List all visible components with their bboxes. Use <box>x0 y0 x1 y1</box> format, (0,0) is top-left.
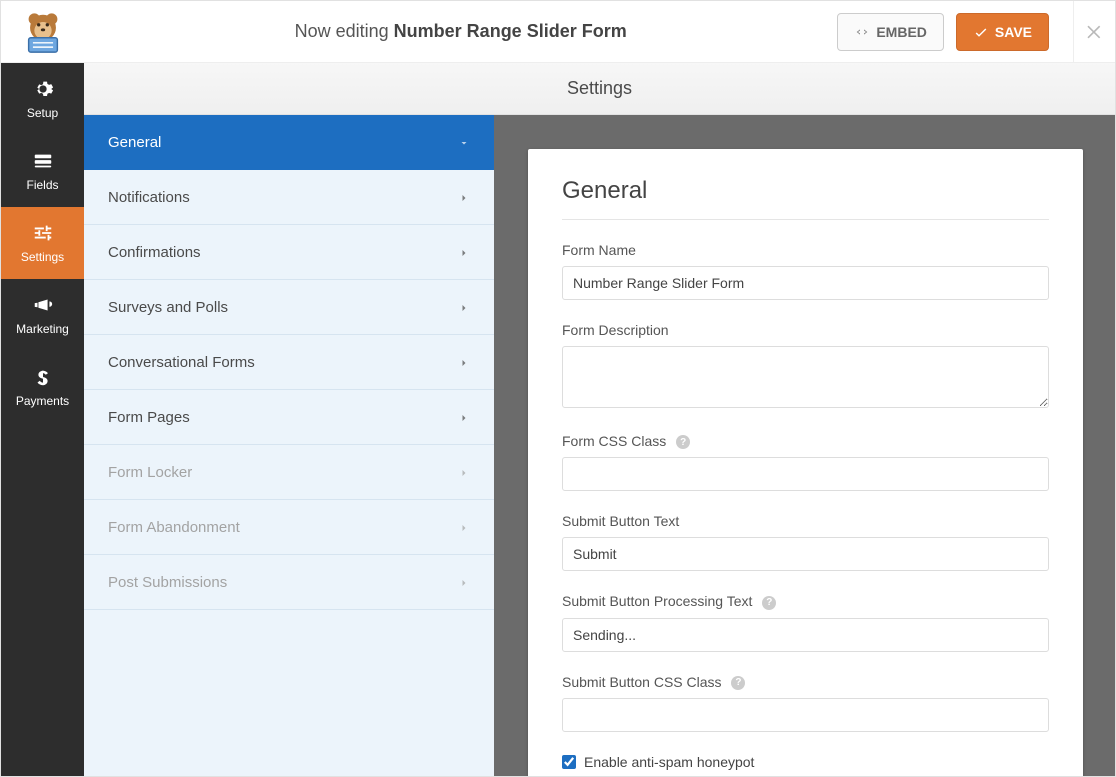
help-icon[interactable]: ? <box>731 676 745 690</box>
submenu-form-pages[interactable]: Form Pages <box>84 390 494 445</box>
submenu-label: Conversational Forms <box>108 354 255 371</box>
bear-logo-icon <box>20 9 66 55</box>
chevron-right-icon <box>458 521 470 533</box>
embed-button-label: EMBED <box>876 24 927 40</box>
submit-button-css-class-label: Submit Button CSS Class ? <box>562 674 1049 690</box>
settings-submenu: General Notifications Confirmations <box>84 115 494 776</box>
submit-button-css-class-input[interactable] <box>562 698 1049 732</box>
embed-button[interactable]: EMBED <box>837 13 944 51</box>
chevron-right-icon <box>458 576 470 588</box>
submenu-label: General <box>108 134 161 151</box>
form-name-input[interactable] <box>562 266 1049 300</box>
nav-marketing[interactable]: Marketing <box>1 279 84 351</box>
nav-label: Payments <box>16 394 69 408</box>
form-description-input[interactable] <box>562 346 1049 408</box>
submenu-label: Post Submissions <box>108 574 227 591</box>
submenu-form-abandonment[interactable]: Form Abandonment <box>84 500 494 555</box>
help-icon[interactable]: ? <box>676 435 690 449</box>
topbar-actions: EMBED SAVE <box>837 1 1115 63</box>
gear-icon <box>32 78 54 100</box>
close-button[interactable] <box>1073 1 1115 63</box>
submit-button-processing-input[interactable] <box>562 618 1049 652</box>
editing-prefix: Now editing <box>295 21 394 41</box>
form-css-class-input[interactable] <box>562 457 1049 491</box>
chevron-right-icon <box>458 356 470 368</box>
help-icon[interactable]: ? <box>762 596 776 610</box>
submenu-label: Surveys and Polls <box>108 299 228 316</box>
nav-label: Marketing <box>16 322 69 336</box>
close-icon <box>1085 22 1105 42</box>
submit-button-text-label: Submit Button Text <box>562 513 1049 529</box>
save-button-label: SAVE <box>995 24 1032 40</box>
submenu-post-submissions[interactable]: Post Submissions <box>84 555 494 610</box>
submenu-form-locker[interactable]: Form Locker <box>84 445 494 500</box>
submit-button-processing-label: Submit Button Processing Text ? <box>562 593 1049 609</box>
sliders-icon <box>32 222 54 244</box>
nav-fields[interactable]: Fields <box>1 135 84 207</box>
submenu-confirmations[interactable]: Confirmations <box>84 225 494 280</box>
nav-payments[interactable]: Payments <box>1 351 84 423</box>
editing-title: Now editing Number Range Slider Form <box>84 21 837 42</box>
nav-label: Settings <box>21 250 64 264</box>
panel-heading: General <box>562 177 1049 205</box>
chevron-right-icon <box>458 191 470 203</box>
embed-icon <box>854 24 870 40</box>
check-icon <box>973 24 989 40</box>
dollar-icon <box>32 366 54 388</box>
nav-setup[interactable]: Setup <box>1 63 84 135</box>
chevron-right-icon <box>458 411 470 423</box>
submenu-label: Form Pages <box>108 409 190 426</box>
submenu-label: Form Locker <box>108 464 192 481</box>
nav-settings[interactable]: Settings <box>1 207 84 279</box>
honeypot-label: Enable anti-spam honeypot <box>584 754 754 770</box>
honeypot-checkbox[interactable] <box>562 755 576 769</box>
form-css-class-label: Form CSS Class ? <box>562 433 1049 449</box>
submenu-label: Notifications <box>108 189 190 206</box>
chevron-right-icon <box>458 466 470 478</box>
canvas: General Form Name Form Description <box>494 115 1115 776</box>
editing-form-name: Number Range Slider Form <box>394 21 627 41</box>
chevron-right-icon <box>458 246 470 258</box>
submenu-conversational-forms[interactable]: Conversational Forms <box>84 335 494 390</box>
form-description-label: Form Description <box>562 322 1049 338</box>
chevron-right-icon <box>458 301 470 313</box>
nav-label: Setup <box>27 106 58 120</box>
submenu-surveys-polls[interactable]: Surveys and Polls <box>84 280 494 335</box>
submenu-label: Form Abandonment <box>108 519 240 536</box>
form-name-label: Form Name <box>562 242 1049 258</box>
submenu-general[interactable]: General <box>84 115 494 170</box>
topbar: Now editing Number Range Slider Form EMB… <box>1 1 1115 63</box>
primary-nav: Setup Fields Settings Marketing Payments <box>1 63 84 776</box>
save-button[interactable]: SAVE <box>956 13 1049 51</box>
divider <box>562 219 1049 220</box>
submit-button-text-input[interactable] <box>562 537 1049 571</box>
app-logo <box>1 1 84 63</box>
general-settings-card: General Form Name Form Description <box>528 149 1083 776</box>
chevron-down-icon <box>458 136 470 148</box>
submenu-label: Confirmations <box>108 244 201 261</box>
bullhorn-icon <box>32 294 54 316</box>
fields-icon <box>32 150 54 172</box>
nav-label: Fields <box>26 178 58 192</box>
settings-subheader: Settings <box>84 63 1115 115</box>
submenu-notifications[interactable]: Notifications <box>84 170 494 225</box>
